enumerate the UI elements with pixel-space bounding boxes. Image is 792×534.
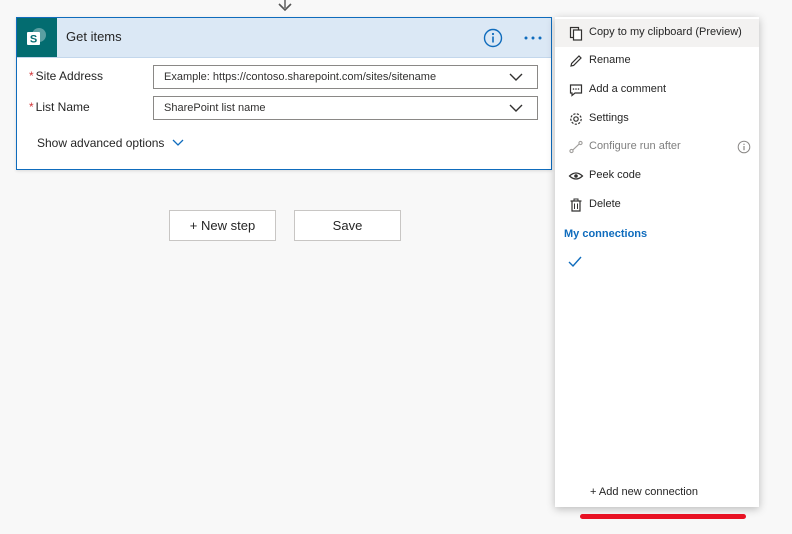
- menu-item-label: Configure run after: [589, 140, 681, 152]
- info-icon[interactable]: [737, 140, 751, 154]
- get-items-action-card[interactable]: S Get items * Site Address Example: https…: [16, 17, 552, 170]
- menu-item-label: Delete: [589, 198, 621, 210]
- trash-icon: [570, 198, 582, 212]
- menu-item-delete[interactable]: Delete: [555, 191, 759, 219]
- show-advanced-options-toggle[interactable]: Show advanced options: [37, 136, 184, 150]
- clipboard-icon: [569, 26, 583, 41]
- chevron-down-icon[interactable]: [509, 103, 523, 113]
- checkmark-icon[interactable]: [568, 256, 582, 268]
- site-address-placeholder: Example: https://contoso.sharepoint.com/…: [164, 71, 437, 83]
- pencil-icon: [570, 55, 582, 67]
- svg-text:S: S: [30, 33, 37, 45]
- save-button[interactable]: Save: [294, 210, 401, 241]
- menu-item-add-comment[interactable]: Add a comment: [555, 76, 759, 104]
- menu-item-label: Peek code: [589, 169, 641, 181]
- site-address-label-text: Site Address: [35, 69, 104, 83]
- new-step-button[interactable]: + New step: [169, 210, 276, 241]
- add-new-connection-button[interactable]: + Add new connection: [590, 486, 698, 498]
- menu-item-label: Settings: [589, 112, 629, 124]
- required-mark: *: [29, 69, 34, 83]
- sharepoint-logo-icon: S: [17, 18, 57, 57]
- site-address-label: * Site Address: [29, 69, 103, 83]
- my-connections-header: My connections: [564, 228, 648, 240]
- chevron-down-icon[interactable]: [172, 139, 184, 147]
- list-name-label-text: List Name: [35, 100, 90, 114]
- required-mark: *: [29, 100, 34, 114]
- run-after-icon: [569, 140, 583, 154]
- more-options-icon[interactable]: [522, 28, 544, 48]
- menu-item-rename[interactable]: Rename: [555, 47, 759, 75]
- comment-icon: [569, 84, 583, 97]
- connector-arrow-icon: [278, 0, 292, 12]
- action-context-menu: Copy to my clipboard (Preview) Rename Ad…: [555, 17, 759, 507]
- menu-item-peek-code[interactable]: Peek code: [555, 162, 759, 190]
- list-name-placeholder: SharePoint list name: [164, 102, 266, 114]
- menu-item-label: Add a comment: [589, 83, 667, 95]
- chevron-down-icon[interactable]: [509, 72, 523, 82]
- menu-item-copy-to-clipboard[interactable]: Copy to my clipboard (Preview): [555, 19, 759, 47]
- card-header[interactable]: S Get items: [17, 18, 551, 58]
- menu-item-label: Copy to my clipboard (Preview): [589, 26, 742, 38]
- eye-icon: [568, 172, 584, 180]
- menu-item-settings[interactable]: Settings: [555, 105, 759, 133]
- card-title[interactable]: Get items: [66, 29, 122, 44]
- gear-icon: [570, 113, 582, 125]
- site-address-dropdown[interactable]: Example: https://contoso.sharepoint.com/…: [153, 65, 538, 89]
- list-name-label: * List Name: [29, 100, 90, 114]
- menu-item-configure-run-after: Configure run after: [555, 133, 759, 161]
- advanced-options-label[interactable]: Show advanced options: [37, 136, 164, 150]
- annotation-underline: [580, 514, 746, 519]
- menu-item-label: Rename: [589, 54, 631, 66]
- info-icon[interactable]: [483, 28, 503, 48]
- list-name-dropdown[interactable]: SharePoint list name: [153, 96, 538, 120]
